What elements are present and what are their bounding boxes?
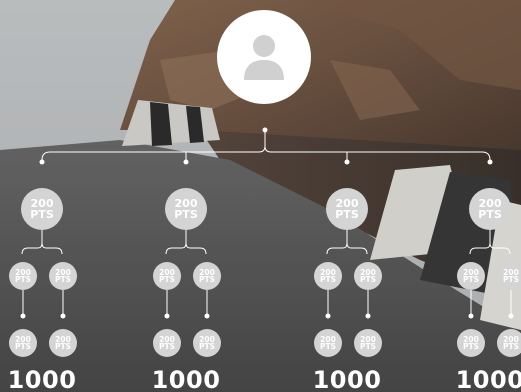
root-user-avatar — [217, 10, 311, 104]
points-unit: PTS — [14, 275, 31, 284]
level1-node: 200 PTS — [469, 188, 511, 230]
level2-node: 200 PTS — [497, 262, 521, 290]
level3-node: 200 PTS — [354, 329, 382, 357]
level1-node: 200 PTS — [326, 188, 368, 230]
points-unit: PTS — [462, 342, 479, 351]
level3-connector-dot — [365, 313, 371, 319]
level2-node: 200 PTS — [314, 262, 342, 290]
branch-total-points: 1000 — [7, 366, 77, 392]
branch-total-points: 1000 — [312, 366, 382, 392]
level1-connector-dot — [183, 159, 189, 165]
top-bracket-line — [41, 145, 491, 161]
level2-node: 200 PTS — [354, 262, 382, 290]
level3-node: 200 PTS — [314, 329, 342, 357]
branch-total-points: 1000 — [455, 366, 521, 392]
level3-node: 200 PTS — [457, 329, 485, 357]
sub-bracket-line — [165, 242, 207, 255]
level1-connector-dot — [487, 159, 493, 165]
level3-node: 200 PTS — [153, 329, 181, 357]
points-unit: PTS — [335, 208, 359, 221]
points-unit: PTS — [174, 208, 198, 221]
level3-node: 200 PTS — [9, 329, 37, 357]
points-unit: PTS — [198, 342, 215, 351]
points-unit: PTS — [30, 208, 54, 221]
user-avatar-icon — [244, 35, 284, 80]
level1-node: 200 PTS — [21, 188, 63, 230]
points-unit: PTS — [198, 275, 215, 284]
diagram-scene: 200 PTS 200 PTS 200 PTS 200 PTS 200 PTS 1000 200 PTS… — [0, 0, 521, 392]
points-unit: PTS — [462, 275, 479, 284]
points-unit: PTS — [54, 342, 71, 351]
points-unit: PTS — [319, 342, 336, 351]
points-unit: PTS — [478, 208, 502, 221]
points-unit: PTS — [14, 342, 31, 351]
level3-node: 200 PTS — [497, 329, 521, 357]
sub-bracket-line — [469, 242, 511, 255]
points-unit: PTS — [359, 275, 376, 284]
sub-bracket-line — [21, 242, 63, 255]
level2-node: 200 PTS — [153, 262, 181, 290]
points-unit: PTS — [502, 342, 519, 351]
level2-node: 200 PTS — [193, 262, 221, 290]
level2-node: 200 PTS — [457, 262, 485, 290]
level1-connector-dot — [39, 159, 45, 165]
points-unit: PTS — [319, 275, 336, 284]
level1-connector-dot — [344, 159, 350, 165]
level2-node: 200 PTS — [9, 262, 37, 290]
level3-connector-dot — [325, 313, 331, 319]
points-unit: PTS — [54, 275, 71, 284]
points-unit: PTS — [359, 342, 376, 351]
sub-bracket-line — [326, 242, 368, 255]
level2-node: 200 PTS — [49, 262, 77, 290]
level3-connector-dot — [204, 313, 210, 319]
level3-connector-dot — [164, 313, 170, 319]
level3-connector-dot — [508, 313, 514, 319]
level3-connector-dot — [60, 313, 66, 319]
level3-node: 200 PTS — [193, 329, 221, 357]
level3-node: 200 PTS — [49, 329, 77, 357]
points-unit: PTS — [502, 275, 519, 284]
level3-connector-dot — [20, 313, 26, 319]
level3-connector-dot — [468, 313, 474, 319]
level1-node: 200 PTS — [165, 188, 207, 230]
points-unit: PTS — [158, 275, 175, 284]
points-unit: PTS — [158, 342, 175, 351]
branch-total-points: 1000 — [151, 366, 221, 392]
